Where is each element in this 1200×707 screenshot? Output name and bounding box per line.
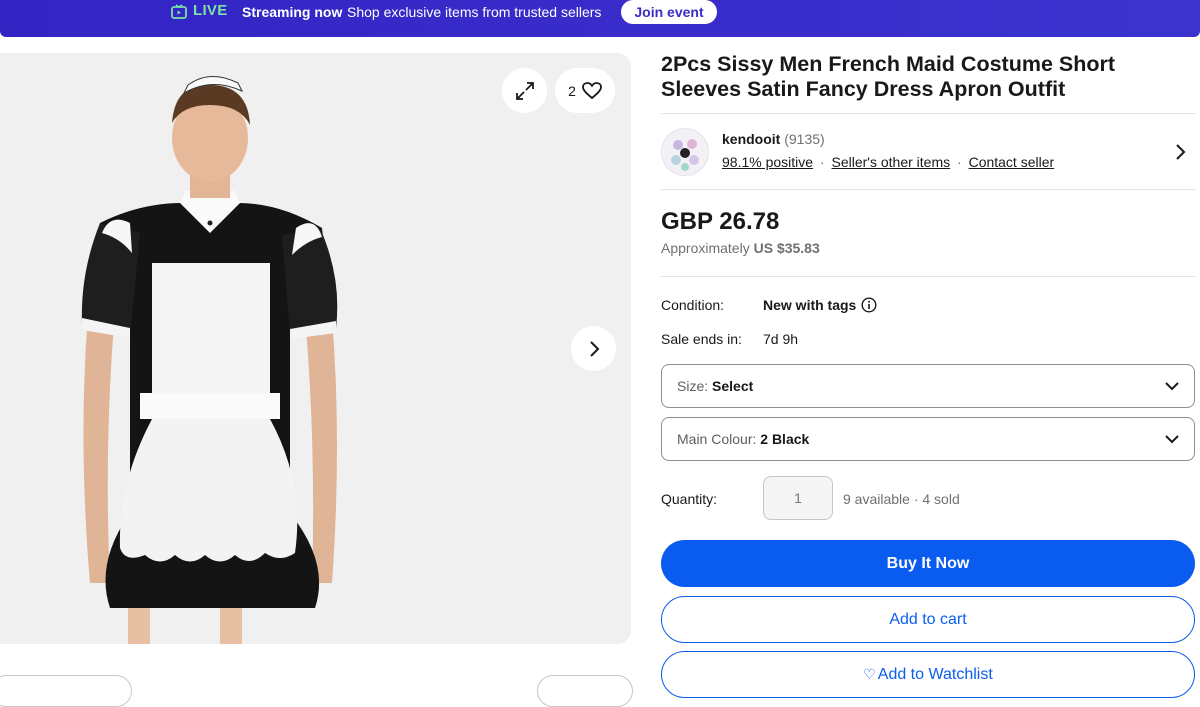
sale-ends-value: 7d 9h [763,331,799,347]
watch-count: 2 [568,82,576,99]
chevron-right-icon [589,340,599,357]
size-select[interactable]: Size: Select [661,364,1195,408]
expand-icon [515,81,534,100]
separator: · [819,154,825,170]
divider [661,189,1196,190]
info-icon[interactable] [861,297,877,313]
thumbnail-pill-left[interactable] [0,675,132,707]
seller-other-items-link[interactable]: Seller's other items [832,154,951,170]
buy-it-now-button[interactable]: Buy It Now [661,540,1195,587]
thumbnail-pill-right[interactable] [537,675,633,707]
seller-logo [671,139,699,171]
quantity-availability: 9 available · 4 sold [843,491,960,507]
chevron-down-icon [1165,382,1179,391]
seller-feedback-count: (9135) [784,131,825,147]
next-image-button[interactable] [571,326,616,371]
price: GBP 26.78 [661,208,780,235]
size-label: Size: [677,378,709,394]
approx-prefix: Approximately [661,240,750,256]
add-to-cart-button[interactable]: Add to cart [661,596,1195,643]
listing-title: 2Pcs Sissy Men French Maid Costume Short… [661,52,1116,101]
colour-value: 2 Black [760,431,810,447]
approx-price: Approximately US $35.83 [661,240,820,256]
quantity-label: Quantity: [661,491,718,507]
separator: · [957,154,962,170]
heart-icon: ♡ [863,666,876,682]
seller-name[interactable]: kendooit [722,131,780,147]
chevron-right-icon[interactable] [1172,143,1188,161]
chevron-down-icon [1165,435,1179,444]
live-event-banner: LIVE Streaming now Shop exclusive items … [0,0,1200,37]
seller-name-row[interactable]: kendooit (9135) [722,131,825,147]
approx-value: US $35.83 [753,240,820,256]
join-event-button[interactable]: Join event [621,0,717,24]
seller-avatar[interactable] [661,128,709,176]
heart-icon [581,81,602,99]
colour-label: Main Colour: [677,431,757,447]
divider [661,276,1196,277]
add-to-watchlist-button[interactable]: ♡ Add to Watchlist [661,651,1195,698]
streaming-description: Shop exclusive items from trusted seller… [347,4,602,20]
streaming-now-label: Streaming now [242,4,343,20]
live-tv-icon [171,4,187,19]
condition-value: New with tags [763,297,857,313]
expand-image-button[interactable] [502,68,547,113]
product-image-gallery[interactable]: 2 [0,53,631,644]
condition-label: Condition: [661,297,725,313]
seller-links: 98.1% positive · Seller's other items · … [722,154,1054,170]
product-photo [81,76,338,644]
divider [661,113,1196,114]
sale-ends-label: Sale ends in: [661,331,742,347]
contact-seller-link[interactable]: Contact seller [969,154,1055,170]
quantity-input[interactable] [763,476,833,520]
main-colour-select[interactable]: Main Colour: 2 Black [661,417,1195,461]
watch-count-button[interactable]: 2 [555,68,615,113]
live-label: LIVE [193,2,228,19]
seller-positive-link[interactable]: 98.1% positive [722,154,813,170]
size-value: Select [712,378,754,394]
add-to-watchlist-label: Add to Watchlist [877,665,993,683]
